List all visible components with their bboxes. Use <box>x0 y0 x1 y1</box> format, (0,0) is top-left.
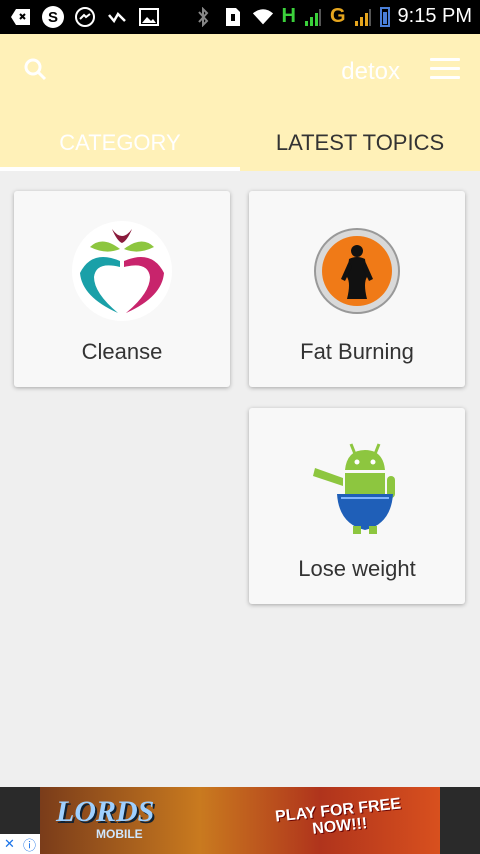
signal-2-text: G <box>329 5 346 27</box>
category-card-lose-weight[interactable]: Lose weight <box>249 408 465 604</box>
wifi-icon <box>252 6 274 28</box>
ad-cta[interactable]: PLAY FOR FREE NOW!!! <box>263 795 416 843</box>
tab-bar: CATEGORY LATEST TOPICS <box>0 120 480 171</box>
card-label: Cleanse <box>81 339 163 364</box>
card-label: Lose weight <box>298 556 416 581</box>
app-title: detox <box>341 58 400 85</box>
info-icon[interactable]: ⓘ <box>23 835 36 854</box>
sim-icon <box>222 6 244 28</box>
back-icon <box>10 6 32 28</box>
tab-latest-topics[interactable]: LATEST TOPICS <box>240 120 480 171</box>
ad-logo-sub: MOBILE <box>96 827 143 841</box>
clock: 9:15 PM <box>397 5 472 27</box>
tab-category[interactable]: CATEGORY <box>0 120 240 171</box>
apple-heart-icon <box>72 221 172 321</box>
ad-banner[interactable]: LORDS MOBILE PLAY FOR FREE NOW!!! ✕ ⓘ <box>0 787 480 854</box>
bluetooth-icon <box>192 6 214 28</box>
app-bar: detox CATEGORY LATEST TOPICS <box>0 34 480 171</box>
hamburger-menu-icon[interactable] <box>430 58 460 82</box>
ad-choices[interactable]: ✕ ⓘ <box>0 834 40 854</box>
search-icon[interactable] <box>22 56 50 84</box>
android-scale-icon <box>307 438 407 538</box>
signal-2-icon <box>354 8 371 26</box>
close-x-icon[interactable]: ✕ <box>4 836 15 852</box>
status-bar: S H G 9:15 PM <box>0 0 480 34</box>
category-card-cleanse[interactable]: Cleanse <box>14 191 230 387</box>
image-icon <box>138 6 160 28</box>
signal-1-text: H <box>281 5 296 27</box>
category-card-fat-burning[interactable]: Fat Burning <box>249 191 465 387</box>
check-icon <box>106 6 128 28</box>
card-label: Fat Burning <box>300 339 414 364</box>
ad-logo: LORDS <box>56 795 155 828</box>
ad-image[interactable]: LORDS MOBILE PLAY FOR FREE NOW!!! <box>40 787 440 854</box>
notification-icons: S <box>10 6 160 28</box>
battery-icon <box>379 6 390 27</box>
body-silhouette-icon <box>307 221 407 321</box>
signal-1-icon <box>304 8 321 26</box>
system-icons: H G 9:15 PM <box>192 5 472 28</box>
messenger-icon <box>74 6 96 28</box>
skype-icon: S <box>42 6 64 28</box>
